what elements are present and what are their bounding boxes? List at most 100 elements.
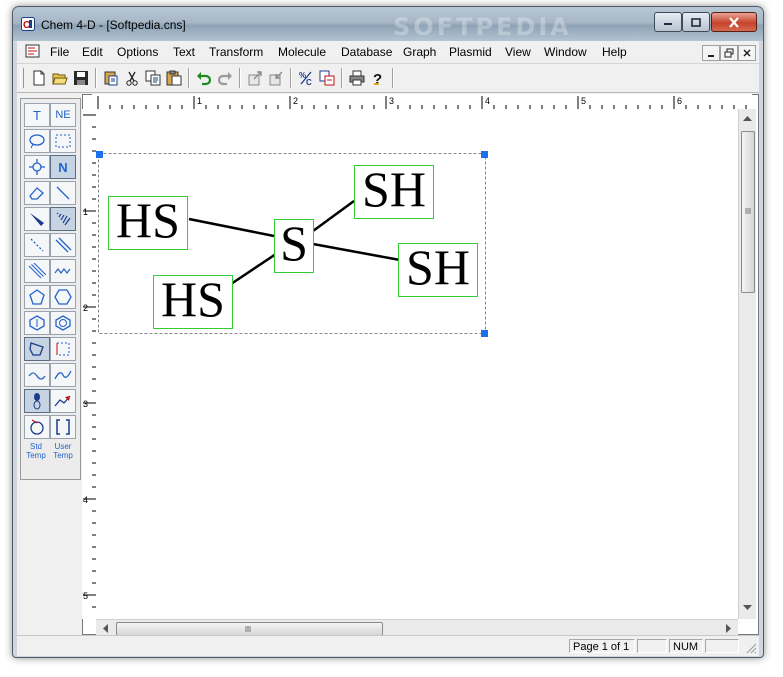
fraction-button[interactable]: % C xyxy=(296,68,316,88)
menu-database[interactable]: Database xyxy=(341,45,392,59)
menu-text[interactable]: Text xyxy=(173,45,195,59)
single-bond-icon xyxy=(56,186,70,200)
menu-plasmid[interactable]: Plasmid xyxy=(449,45,492,59)
new-icon xyxy=(33,70,45,86)
minimize-button[interactable] xyxy=(654,12,682,32)
user-temp-button[interactable]: User Temp xyxy=(50,442,76,460)
maximize-button[interactable] xyxy=(682,12,710,32)
open-button[interactable] xyxy=(50,68,70,88)
std-temp-button[interactable]: Std Temp xyxy=(23,442,49,460)
atom-hs-top[interactable]: HS xyxy=(108,195,188,250)
selection-handle[interactable] xyxy=(481,330,488,337)
cyclohexane-tool-button[interactable] xyxy=(24,311,50,335)
undo-button[interactable] xyxy=(194,68,214,88)
atom-hs-bottom[interactable]: HS xyxy=(153,274,233,329)
bond-hs-s xyxy=(230,252,277,286)
eraser-tool-button[interactable] xyxy=(24,181,50,205)
scroll-left-icon[interactable] xyxy=(102,624,108,633)
drawing-canvas[interactable]: HS HS S SH SH xyxy=(96,109,738,619)
toolbar: % C ? xyxy=(17,64,759,93)
double-bond-tool-button[interactable] xyxy=(50,233,76,257)
single-bond-tool-button[interactable] xyxy=(50,181,76,205)
wave-tool-button[interactable] xyxy=(24,363,50,387)
dashed-bond-tool-button[interactable] xyxy=(24,233,50,257)
selection-handle[interactable] xyxy=(481,151,488,158)
bracket-box-tool-button[interactable] xyxy=(50,337,76,361)
undo-icon xyxy=(197,72,212,86)
paste-button[interactable] xyxy=(164,68,184,88)
n-tool-button[interactable]: N xyxy=(50,155,76,179)
toolbar-grip[interactable] xyxy=(20,68,24,88)
print-button[interactable] xyxy=(347,68,367,88)
ruler-left-label: 5 xyxy=(83,591,88,601)
menu-graph[interactable]: Graph xyxy=(403,45,436,59)
ne-tool-button[interactable]: NE xyxy=(50,103,76,127)
chain-tool-button[interactable] xyxy=(50,259,76,283)
redo-button[interactable] xyxy=(215,68,235,88)
new-button[interactable] xyxy=(29,68,49,88)
benzene-tool-button[interactable] xyxy=(50,311,76,335)
hashed-wedge-tool-button[interactable] xyxy=(50,207,76,231)
mdi-close-button[interactable] xyxy=(738,45,756,61)
cyclopentane-tool-button[interactable] xyxy=(24,337,50,361)
triple-bond-tool-button[interactable] xyxy=(24,259,50,283)
atom-sh-right[interactable]: SH xyxy=(398,242,478,297)
window-title: Chem 4-D - [Softpedia.cns] xyxy=(41,18,186,32)
rotate-tool-button[interactable] xyxy=(24,155,50,179)
wave-icon xyxy=(28,372,46,380)
document-icon[interactable] xyxy=(25,44,41,59)
resize-grip-icon[interactable] xyxy=(745,642,757,654)
atom-sh-top[interactable]: SH xyxy=(354,164,434,219)
menu-molecule[interactable]: Molecule xyxy=(278,45,326,59)
mdi-minimize-button[interactable] xyxy=(702,45,720,61)
import-button[interactable] xyxy=(266,68,286,88)
atom-s-center[interactable]: S xyxy=(274,218,314,273)
paste-special-button[interactable] xyxy=(101,68,121,88)
selection-handle[interactable] xyxy=(96,151,103,158)
export-button[interactable] xyxy=(245,68,265,88)
menu-help[interactable]: Help xyxy=(602,45,627,59)
marquee-icon xyxy=(55,134,71,148)
arrow-tool-button[interactable] xyxy=(50,389,76,413)
menu-transform[interactable]: Transform xyxy=(209,45,263,59)
ruler-top-label: 6 xyxy=(677,96,682,106)
ring-template-tool-button[interactable] xyxy=(24,415,50,439)
curve-arrow-tool-button[interactable] xyxy=(50,363,76,387)
status-empty-cell xyxy=(637,639,667,653)
top-ruler: 1 2 3 4 5 6 xyxy=(92,94,752,109)
mdi-restore-button[interactable] xyxy=(720,45,738,61)
scroll-down-icon[interactable] xyxy=(743,605,752,611)
app-icon: C xyxy=(21,17,35,31)
hexagon-ring-tool-button[interactable] xyxy=(50,285,76,309)
open-icon xyxy=(52,73,68,85)
pentagon-ring-tool-button[interactable] xyxy=(24,285,50,309)
brackets-tool-button[interactable] xyxy=(50,415,76,439)
convert-button[interactable] xyxy=(317,68,337,88)
menu-options[interactable]: Options xyxy=(117,45,158,59)
lasso-tool-button[interactable] xyxy=(24,129,50,153)
cut-button[interactable] xyxy=(122,68,142,88)
scroll-up-icon[interactable] xyxy=(743,115,752,121)
print-icon xyxy=(349,70,365,86)
menu-view[interactable]: View xyxy=(505,45,531,59)
save-button[interactable] xyxy=(71,68,91,88)
close-button[interactable] xyxy=(711,12,757,32)
horizontal-scroll-thumb[interactable] xyxy=(116,622,383,636)
menu-edit[interactable]: Edit xyxy=(82,45,103,59)
toolbar-separator xyxy=(290,68,292,88)
title-bar[interactable]: C Chem 4-D - [Softpedia.cns] SOFTPEDIA xyxy=(13,7,763,41)
marquee-tool-button[interactable] xyxy=(50,129,76,153)
text-tool-button[interactable]: T xyxy=(24,103,50,127)
ruler-top-label: 1 xyxy=(197,96,202,106)
copy-button[interactable] xyxy=(143,68,163,88)
orbital-tool-button[interactable] xyxy=(24,389,50,413)
cut-icon xyxy=(126,71,138,86)
vertical-scrollbar[interactable] xyxy=(738,109,756,619)
menu-file[interactable]: File xyxy=(50,45,69,59)
scroll-right-icon[interactable] xyxy=(726,624,732,633)
grip-icon xyxy=(245,626,251,632)
menu-window[interactable]: Window xyxy=(544,45,587,59)
help-button[interactable]: ? xyxy=(368,68,388,88)
wedge-bond-tool-button[interactable] xyxy=(24,207,50,231)
vertical-scroll-thumb[interactable] xyxy=(741,131,755,293)
